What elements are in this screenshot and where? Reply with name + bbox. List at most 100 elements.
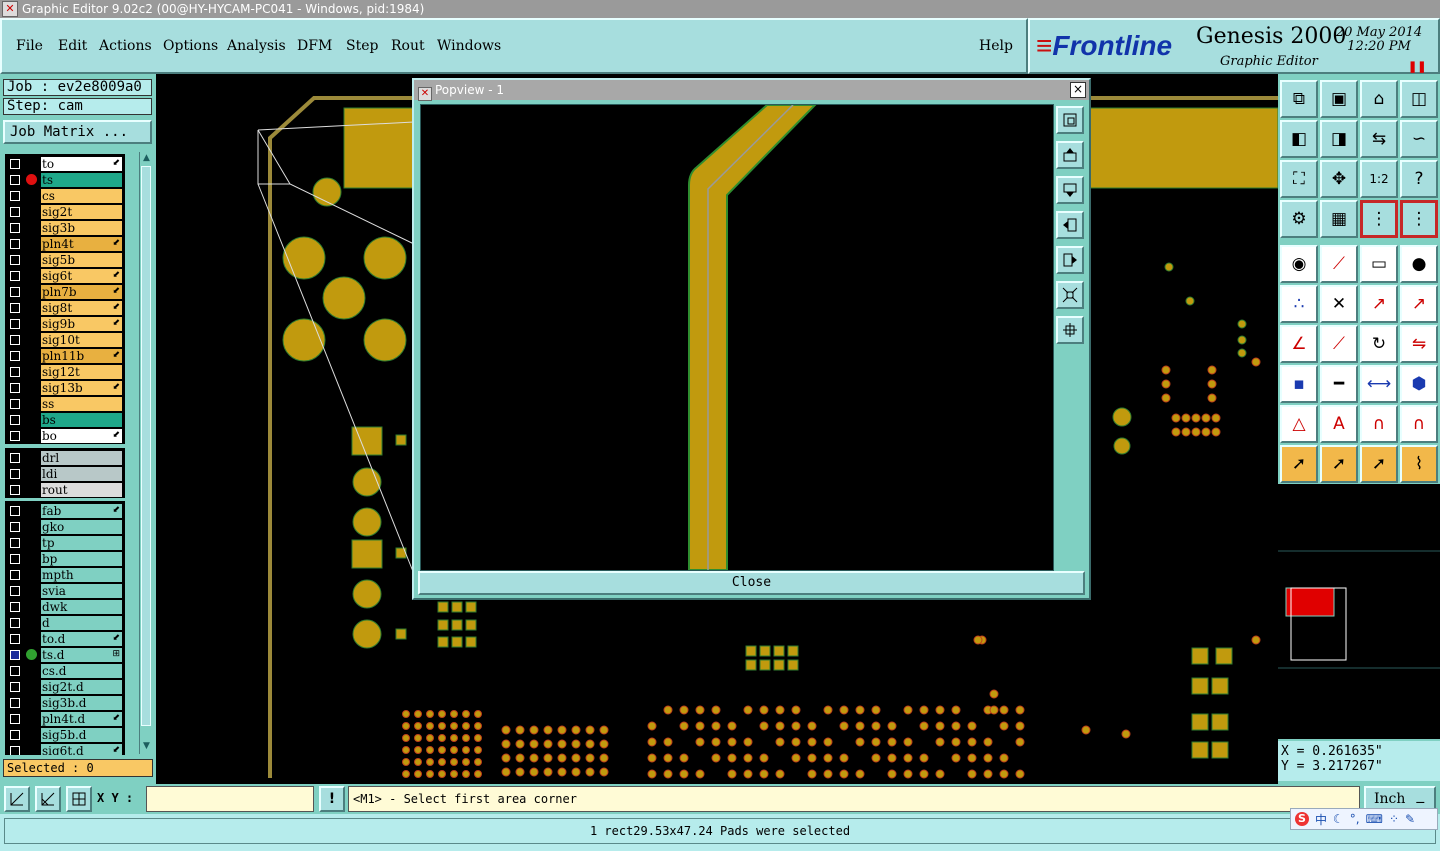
layer-checkbox[interactable]: [10, 554, 20, 564]
tool-dimension-icon[interactable]: ⟷: [1360, 365, 1398, 403]
layer-checkbox[interactable]: [10, 239, 20, 249]
tool-traffic-light-icon[interactable]: ⋮: [1360, 200, 1398, 238]
layer-row[interactable]: ts.d ⊞: [5, 647, 125, 663]
tool-grid-icon[interactable]: ▦: [1320, 200, 1358, 238]
moon-icon[interactable]: ☾: [1333, 812, 1344, 826]
tool-circle-icon[interactable]: ●: [1400, 245, 1438, 283]
layer-checkbox[interactable]: [10, 415, 20, 425]
popview-zoom-out-icon[interactable]: [1056, 316, 1084, 344]
tool-pad-add-icon[interactable]: ▪: [1280, 365, 1318, 403]
popview-pan-down-icon[interactable]: [1056, 176, 1084, 204]
layer-name[interactable]: sig2t: [41, 205, 122, 219]
tool-arrow-point-icon[interactable]: ↗: [1400, 285, 1438, 323]
layer-checkbox[interactable]: [10, 538, 20, 548]
layer-name[interactable]: mpth: [41, 568, 122, 582]
wrench-icon[interactable]: ✎: [1405, 812, 1415, 826]
layer-row[interactable]: sig12t: [5, 364, 125, 380]
tool-pointer-icon[interactable]: ➚: [1280, 445, 1318, 483]
layer-checkbox[interactable]: [10, 207, 20, 217]
layer-checkbox[interactable]: [10, 586, 20, 596]
layer-name[interactable]: ts: [41, 173, 122, 187]
tool-pan-down-icon[interactable]: ▣: [1320, 80, 1358, 118]
layer-name[interactable]: gko: [41, 520, 122, 534]
layer-checkbox[interactable]: [10, 618, 20, 628]
pause-icon[interactable]: ❚❚: [1408, 60, 1426, 73]
popview-close-icon[interactable]: ×: [1070, 82, 1086, 98]
layer-checkbox[interactable]: [10, 570, 20, 580]
layer-name[interactable]: pln4t.d ⬋: [41, 712, 122, 726]
exclamation-button[interactable]: !: [319, 786, 345, 812]
layer-name[interactable]: bs: [41, 413, 122, 427]
tool-pointer-box-icon[interactable]: ➚: [1320, 445, 1358, 483]
layer-row[interactable]: bo ⬋: [5, 428, 125, 444]
layer-checkbox[interactable]: [10, 714, 20, 724]
layer-name[interactable]: pln11b ⬋: [41, 349, 122, 363]
layer-checkbox[interactable]: [10, 271, 20, 281]
layer-checkbox[interactable]: [10, 650, 20, 660]
snap-icon[interactable]: [4, 786, 30, 812]
layer-name[interactable]: sig6t.d ⬋: [41, 744, 122, 755]
grid-snap-icon[interactable]: [66, 786, 92, 812]
menu-rout[interactable]: Rout: [391, 38, 425, 54]
layer-name[interactable]: svia: [41, 584, 122, 598]
layer-name[interactable]: pln7b ⬋: [41, 285, 122, 299]
layer-checkbox[interactable]: [10, 522, 20, 532]
layer-row[interactable]: ldi: [5, 466, 125, 482]
layer-row[interactable]: sig2t: [5, 204, 125, 220]
layer-row[interactable]: pln11b ⬋: [5, 348, 125, 364]
popview-close-button[interactable]: Close: [418, 571, 1085, 595]
overview-map[interactable]: [1278, 484, 1440, 739]
layer-row[interactable]: ss: [5, 396, 125, 412]
punctuation-icon[interactable]: °,: [1350, 812, 1360, 826]
layer-checkbox[interactable]: [10, 303, 20, 313]
tool-select-pad-icon[interactable]: ◉: [1280, 245, 1318, 283]
tool-swap-icon[interactable]: ⇆: [1360, 120, 1398, 158]
layer-name[interactable]: d: [41, 616, 122, 630]
menu-windows[interactable]: Windows: [437, 38, 501, 54]
tool-arc-icon[interactable]: ↻: [1360, 325, 1398, 363]
tool-wave-icon[interactable]: ∽: [1400, 120, 1438, 158]
layer-row[interactable]: sig2t.d: [5, 679, 125, 695]
tool-route-icon[interactable]: ⌇: [1400, 445, 1438, 483]
layer-checkbox[interactable]: [10, 223, 20, 233]
tool-zoom-fit-icon[interactable]: ⛶: [1280, 160, 1318, 198]
layer-name[interactable]: sig2t.d: [41, 680, 122, 694]
layer-row[interactable]: pln4t ⬋: [5, 236, 125, 252]
popview-zoom-home-icon[interactable]: [1056, 106, 1084, 134]
ime-toolbar[interactable]: S 中 ☾ °, ⌨ ⁘ ✎: [1290, 808, 1438, 830]
layer-row[interactable]: to.d ⬋: [5, 631, 125, 647]
layer-name[interactable]: sig6t ⬋: [41, 269, 122, 283]
layer-checkbox[interactable]: [10, 469, 20, 479]
tool-diagonal-icon[interactable]: ⟋: [1320, 325, 1358, 363]
layer-row[interactable]: sig10t: [5, 332, 125, 348]
popview-pan-right-icon[interactable]: [1056, 246, 1084, 274]
keyboard-icon[interactable]: ⌨: [1366, 812, 1383, 826]
tool-triangle-icon[interactable]: △: [1280, 405, 1318, 443]
layer-name[interactable]: sig13b ⬋: [41, 381, 122, 395]
tool-help-icon[interactable]: ?: [1400, 160, 1438, 198]
layer-name[interactable]: bp: [41, 552, 122, 566]
layer-row[interactable]: sig13b ⬋: [5, 380, 125, 396]
menu-analysis[interactable]: Analysis: [227, 38, 286, 54]
layer-row[interactable]: sig9b ⬋: [5, 316, 125, 332]
layer-checkbox[interactable]: [10, 383, 20, 393]
layer-name[interactable]: sig8t ⬋: [41, 301, 122, 315]
layer-row[interactable]: rout: [5, 482, 125, 498]
layer-row[interactable]: tp: [5, 535, 125, 551]
popview-zoom-in-icon[interactable]: [1056, 281, 1084, 309]
layer-name[interactable]: cs.d: [41, 664, 122, 678]
menu-actions[interactable]: Actions: [99, 38, 152, 54]
tool-flip-icon[interactable]: ⇋: [1400, 325, 1438, 363]
scroll-thumb[interactable]: [141, 166, 151, 726]
layer-name[interactable]: ss: [41, 397, 122, 411]
layer-checkbox[interactable]: [10, 399, 20, 409]
layer-row[interactable]: sig5b.d: [5, 727, 125, 743]
layer-name[interactable]: fab ⬋: [41, 504, 122, 518]
layer-row[interactable]: bs: [5, 412, 125, 428]
tool-cross-icon[interactable]: ✕: [1320, 285, 1358, 323]
layer-name[interactable]: cs: [41, 189, 122, 203]
layer-name[interactable]: tp: [41, 536, 122, 550]
menu-help[interactable]: Help: [979, 38, 1013, 54]
tool-shape-icon[interactable]: ⬢: [1400, 365, 1438, 403]
tool-zoom-center-icon[interactable]: ✥: [1320, 160, 1358, 198]
